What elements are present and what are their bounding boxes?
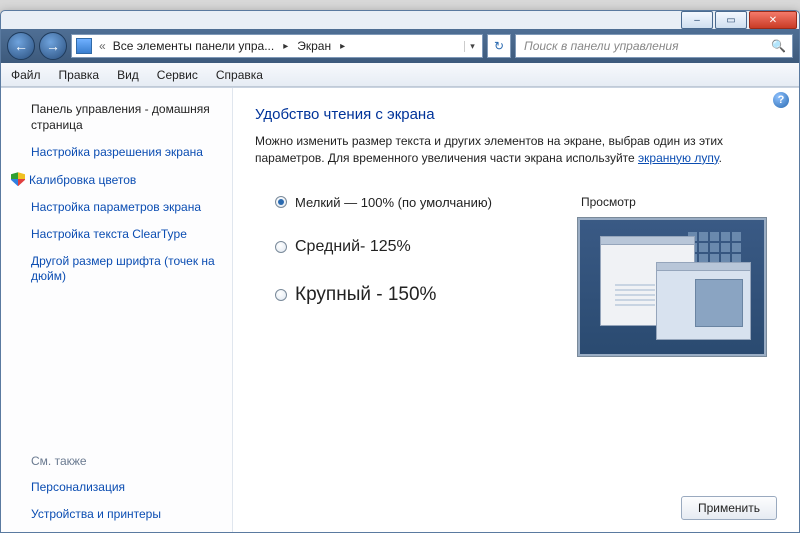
sidebar-item-dpi[interactable]: Другой размер шрифта (точек на дюйм) (31, 254, 216, 284)
search-placeholder: Поиск в панели управления (524, 39, 679, 53)
chevron-right-icon[interactable]: ▸ (278, 41, 293, 52)
preview-label: Просмотр (581, 195, 777, 209)
refresh-button[interactable]: ↻ (487, 34, 511, 58)
sidebar-seealso-personalization[interactable]: Персонализация (31, 480, 216, 495)
menu-service[interactable]: Сервис (157, 68, 198, 82)
nav-forward-button[interactable]: → (39, 32, 67, 60)
page-title: Удобство чтения с экрана (255, 106, 777, 123)
radio-group: Мелкий — 100% (по умолчанию) Средний- 125… (255, 195, 492, 357)
menu-help[interactable]: Справка (216, 68, 263, 82)
address-dropdown-icon[interactable]: ▾ (464, 41, 480, 52)
radio-icon[interactable] (275, 289, 287, 301)
radio-icon[interactable] (275, 196, 287, 208)
sidebar-item-resolution[interactable]: Настройка разрешения экрана (31, 145, 216, 160)
footer: Применить (255, 486, 777, 520)
sidebar-item-cleartype[interactable]: Настройка текста ClearType (31, 227, 216, 242)
shield-icon (11, 172, 25, 186)
sidebar: Панель управления - домашняя страница На… (1, 88, 233, 532)
search-icon[interactable]: 🔍 (771, 39, 786, 53)
radio-option-1[interactable]: Средний- 125% (275, 238, 492, 256)
size-options: Мелкий — 100% (по умолчанию) Средний- 125… (255, 195, 777, 357)
apply-button[interactable]: Применить (681, 496, 777, 520)
sidebar-item-color-calibration[interactable]: Калибровка цветов (31, 172, 216, 188)
menu-file[interactable]: Файл (11, 68, 41, 82)
breadcrumb-prefix: « (99, 39, 106, 53)
radio-label: Крупный - 150% (295, 284, 436, 306)
close-button[interactable]: ✕ (749, 11, 797, 29)
chevron-right-icon[interactable]: ▸ (335, 41, 350, 52)
explorer-window: – ▭ ✕ ← → « Все элементы панели упра... … (0, 10, 800, 533)
search-input[interactable]: Поиск в панели управления 🔍 (515, 34, 793, 58)
radio-icon[interactable] (275, 241, 287, 253)
preview-grid-icon (688, 232, 750, 263)
help-icon[interactable]: ? (773, 92, 789, 108)
radio-label: Средний- 125% (295, 238, 411, 256)
maximize-button[interactable]: ▭ (715, 11, 747, 29)
sidebar-item-screen-params[interactable]: Настройка параметров экрана (31, 200, 216, 215)
menu-bar: Файл Правка Вид Сервис Справка (1, 63, 799, 87)
breadcrumb-seg-1[interactable]: Все элементы панели упра... (109, 39, 279, 53)
see-also-header: См. также (31, 454, 216, 468)
preview-image (577, 217, 767, 357)
page-description: Можно изменить размер текста и других эл… (255, 133, 777, 167)
monitor-icon (76, 38, 92, 54)
sidebar-home-link[interactable]: Панель управления - домашняя страница (31, 102, 216, 133)
sidebar-seealso-devices[interactable]: Устройства и принтеры (31, 507, 216, 522)
menu-view[interactable]: Вид (117, 68, 139, 82)
preview-column: Просмотр (577, 195, 777, 357)
radio-option-2[interactable]: Крупный - 150% (275, 284, 492, 306)
main-panel: Удобство чтения с экрана Можно изменить … (233, 88, 799, 532)
breadcrumb-seg-2[interactable]: Экран (293, 39, 335, 53)
nav-back-button[interactable]: ← (7, 32, 35, 60)
radio-option-0[interactable]: Мелкий — 100% (по умолчанию) (275, 195, 492, 210)
radio-label: Мелкий — 100% (по умолчанию) (295, 195, 492, 210)
magnifier-link[interactable]: экранную лупу (638, 151, 719, 165)
window-titlebar: – ▭ ✕ (1, 11, 799, 29)
nav-toolbar: ← → « Все элементы панели упра... ▸ Экра… (1, 29, 799, 63)
content-body: ? Панель управления - домашняя страница … (1, 87, 799, 532)
address-bar[interactable]: « Все элементы панели упра... ▸ Экран ▸ … (71, 34, 483, 58)
preview-window-icon (656, 262, 751, 340)
minimize-button[interactable]: – (681, 11, 713, 29)
menu-edit[interactable]: Правка (59, 68, 100, 82)
